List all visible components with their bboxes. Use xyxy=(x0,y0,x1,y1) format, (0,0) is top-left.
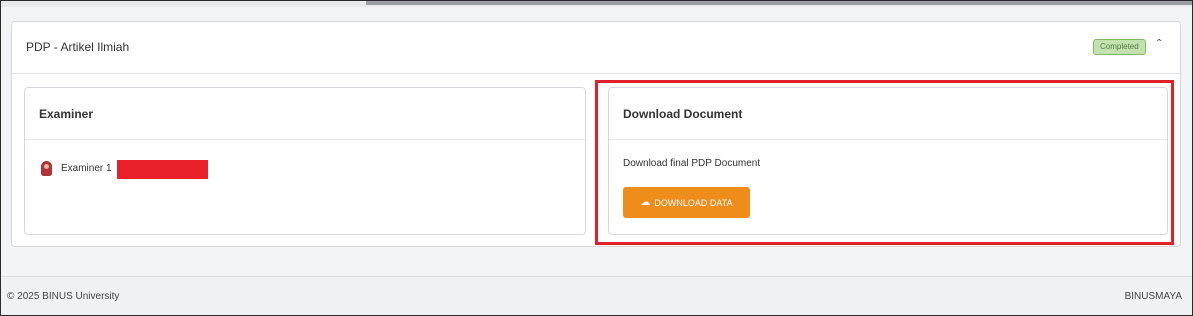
horizontal-scrollbar[interactable] xyxy=(366,1,1192,5)
examiner-label: Examiner 1 xyxy=(61,163,112,174)
status-badge: Completed xyxy=(1093,39,1146,55)
chevron-up-icon[interactable]: ⌃ xyxy=(1155,38,1163,49)
redacted-name xyxy=(117,160,208,179)
footer-brand: BINUSMAYA xyxy=(1124,291,1182,302)
user-avatar-icon xyxy=(41,161,52,176)
examiner-panel-header: Examiner xyxy=(25,88,585,140)
card-title: PDP - Artikel Ilmiah xyxy=(26,40,130,54)
examiner-panel-title: Examiner xyxy=(39,107,94,121)
footer: © 2025 BINUS University BINUSMAYA xyxy=(1,276,1192,315)
highlight-annotation-box xyxy=(595,80,1174,245)
page-frame: PDP - Artikel Ilmiah Completed ⌃ Examine… xyxy=(0,0,1193,316)
top-scroll-strip xyxy=(1,1,1192,7)
card-header[interactable]: PDP - Artikel Ilmiah Completed ⌃ xyxy=(12,22,1180,74)
examiner-panel: Examiner Examiner 1 xyxy=(24,87,586,235)
footer-copyright: © 2025 BINUS University xyxy=(7,291,120,302)
